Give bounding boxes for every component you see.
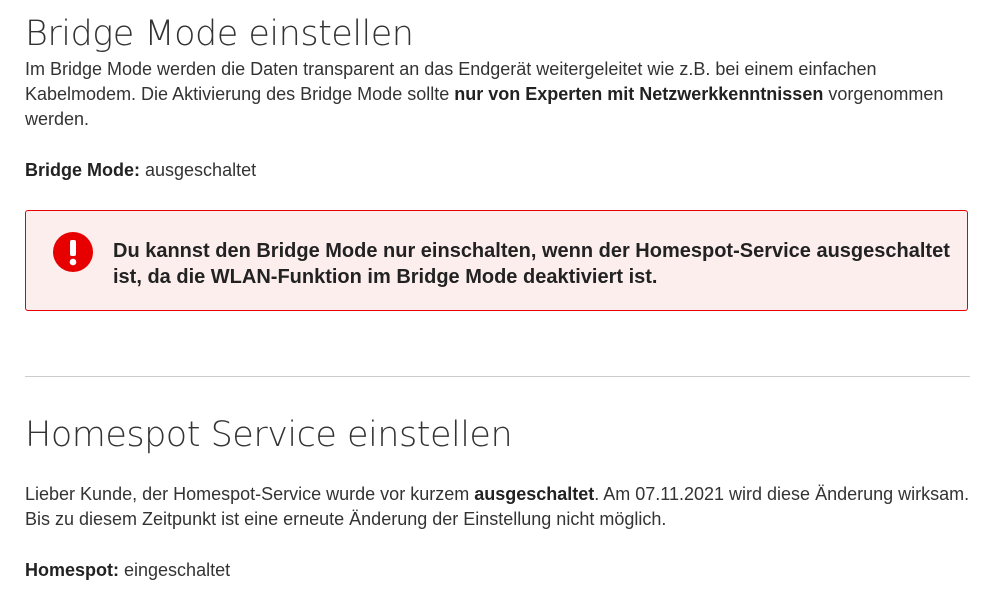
bridge-mode-status: Bridge Mode: ausgeschaltet	[25, 158, 256, 183]
homespot-status-value: eingeschaltet	[124, 560, 231, 580]
bridge-mode-description: Im Bridge Mode werden die Daten transpar…	[25, 57, 970, 132]
homespot-description: Lieber Kunde, der Homespot-Service wurde…	[25, 482, 970, 532]
exclamation-icon	[53, 232, 93, 272]
homespot-status-label: Homespot:	[25, 560, 119, 580]
homespot-para-bold: ausgeschaltet	[474, 484, 595, 504]
bridge-mode-status-value: ausgeschaltet	[145, 160, 257, 180]
homespot-para-text: Lieber Kunde, der Homespot-Service wurde…	[25, 484, 475, 504]
homespot-status: Homespot: eingeschaltet	[25, 558, 230, 583]
section-divider	[25, 376, 970, 377]
bridge-mode-status-label: Bridge Mode:	[25, 160, 140, 180]
bridge-mode-title: Bridge Mode einstellen	[25, 14, 414, 54]
homespot-warning-alert: Du kannst den Bridge Mode nur einschalte…	[25, 210, 968, 311]
homespot-service-title: Homespot Service einstellen	[25, 415, 513, 455]
alert-message: Du kannst den Bridge Mode nur einschalte…	[113, 240, 950, 288]
bridge-intro-bold: nur von Experten mit Netzwerkkenntnissen	[454, 84, 824, 104]
